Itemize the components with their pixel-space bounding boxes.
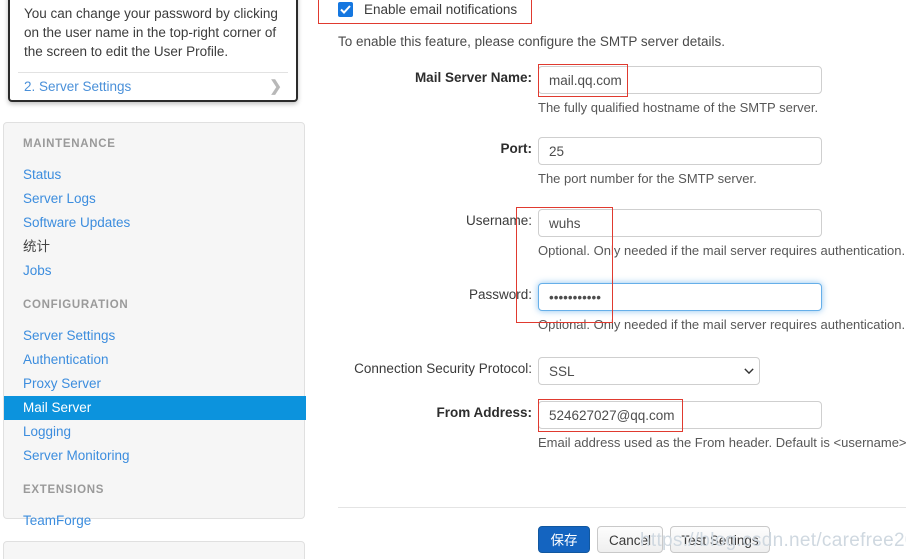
sidebar-item-teamforge[interactable]: TeamForge [4, 509, 306, 533]
sidebar-item-mail-server[interactable]: Mail Server [4, 396, 306, 420]
label-connection-security-protocol: Connection Security Protocol: [354, 361, 532, 376]
cancel-button[interactable]: Cancel [597, 526, 663, 553]
help-from-address: Email address used as the From header. D… [538, 435, 906, 450]
sidebar-item-logging[interactable]: Logging [4, 420, 306, 444]
sidebar-item-proxy-server[interactable]: Proxy Server [4, 372, 306, 396]
form-divider [338, 507, 906, 508]
help-username: Optional. Only needed if the mail server… [538, 243, 906, 258]
label-from-address: From Address: [436, 405, 532, 420]
left-column: You can change your password by clicking… [0, 0, 306, 559]
tip-panel-link-row[interactable]: 2. Server Settings ❯ [10, 73, 296, 102]
enable-email-notifications-label: Enable email notifications [364, 2, 518, 17]
save-button[interactable]: 保存 [538, 526, 590, 553]
enable-email-notifications-checkbox[interactable] [338, 2, 353, 17]
label-password: Password: [468, 287, 532, 302]
server-settings-link[interactable]: 2. Server Settings [24, 79, 131, 94]
tip-panel: You can change your password by clicking… [8, 0, 298, 102]
sidebar-group-title-configuration: CONFIGURATION [23, 299, 129, 311]
sidebar-item-software-updates[interactable]: Software Updates [4, 211, 306, 235]
sidebar-item-status[interactable]: Status [4, 163, 306, 187]
help-mail-server-name: The fully qualified hostname of the SMTP… [538, 100, 819, 115]
sidebar-item-server-monitoring[interactable]: Server Monitoring [4, 444, 306, 468]
sidebar-item-server-logs[interactable]: Server Logs [4, 187, 306, 211]
sidebar-item-server-settings[interactable]: Server Settings [4, 324, 306, 348]
sidebar-group-title-maintenance: MAINTENANCE [23, 138, 116, 150]
label-port: Port: [500, 141, 533, 156]
app-root: You can change your password by clicking… [0, 0, 906, 559]
sidebar-group-title-extensions: EXTENSIONS [23, 484, 105, 496]
chevron-right-icon: ❯ [269, 78, 282, 95]
sidebar-nav-panel: MAINTENANCE Status Server Logs Software Upd… [3, 122, 306, 528]
main-content-panel: Enable email notifications To enable thi… [318, 0, 906, 559]
help-port: The port number for the SMTP server. [538, 171, 757, 186]
label-mail-server-name: Mail Server Name: [414, 70, 532, 85]
label-username: Username: [465, 213, 532, 228]
connection-security-protocol-select[interactable]: SSL [538, 357, 760, 385]
from-address-input[interactable] [538, 401, 822, 429]
test-settings-button[interactable]: Test Settings [670, 526, 770, 553]
help-password: Optional. Only needed if the mail server… [538, 317, 906, 332]
sidebar-item-jobs[interactable]: Jobs [4, 259, 306, 283]
mail-server-name-input[interactable] [538, 66, 822, 94]
password-input[interactable] [538, 283, 822, 311]
sidebar-item-authentication[interactable]: Authentication [4, 348, 306, 372]
sidebar-bottom-panel [3, 541, 305, 559]
port-input[interactable] [538, 137, 822, 165]
sidebar-item-统计[interactable]: 统计 [4, 235, 306, 259]
tip-panel-text: You can change your password by clicking… [24, 6, 278, 59]
username-input[interactable] [538, 209, 822, 237]
intro-text: To enable this feature, please configure… [338, 34, 725, 49]
